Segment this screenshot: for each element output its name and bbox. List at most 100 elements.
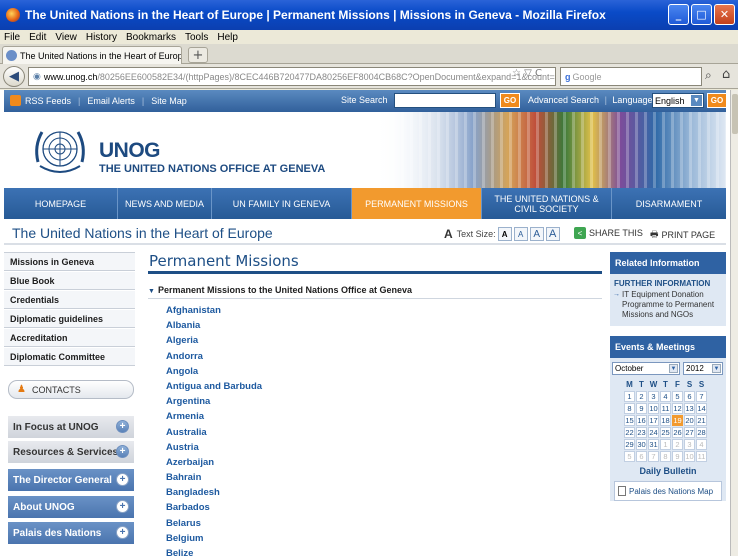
left-item-diplomatic-committee[interactable]: Diplomatic Committee bbox=[4, 347, 135, 366]
list-item[interactable]: Azerbaijan bbox=[166, 457, 602, 472]
calendar-day[interactable]: 3 bbox=[648, 391, 659, 402]
calendar-day[interactable]: 30 bbox=[636, 439, 647, 450]
it-donation-link[interactable]: IT Equipment Donation Programme to Perma… bbox=[610, 290, 726, 326]
maximize-button[interactable]: □ bbox=[691, 4, 712, 25]
calendar-day[interactable]: 9 bbox=[672, 451, 683, 462]
list-item[interactable]: Antigua and Barbuda bbox=[166, 381, 602, 396]
nav-un-family[interactable]: UN FAMILY IN GENEVA bbox=[212, 188, 352, 219]
calendar-day[interactable]: 21 bbox=[696, 415, 707, 426]
calendar-day[interactable]: 28 bbox=[696, 427, 707, 438]
vertical-scrollbar[interactable] bbox=[730, 90, 738, 556]
nav-permanent-missions[interactable]: PERMANENT MISSIONS bbox=[352, 188, 482, 219]
calendar-day[interactable]: 17 bbox=[648, 415, 659, 426]
accordion-about-unog[interactable]: About UNOG + bbox=[8, 496, 134, 518]
plus-icon[interactable]: + bbox=[116, 473, 129, 486]
calendar-day[interactable]: 2 bbox=[636, 391, 647, 402]
calendar-day[interactable]: 1 bbox=[624, 391, 635, 402]
new-tab-button[interactable]: + bbox=[188, 47, 208, 63]
calendar-day[interactable]: 27 bbox=[684, 427, 695, 438]
calendar-day[interactable]: 22 bbox=[624, 427, 635, 438]
left-item-missions[interactable]: Missions in Geneva bbox=[4, 252, 135, 271]
language-select[interactable]: English ▼ bbox=[652, 93, 704, 108]
calendar-day[interactable]: 2 bbox=[672, 439, 683, 450]
print-page-button[interactable]: 🖶 PRINT PAGE bbox=[650, 227, 715, 243]
nav-disarmament[interactable]: DISARMAMENT bbox=[612, 188, 726, 219]
list-item[interactable]: Angola bbox=[166, 366, 602, 381]
list-item[interactable]: Australia bbox=[166, 427, 602, 442]
plus-icon[interactable]: + bbox=[116, 526, 129, 539]
calendar-day[interactable]: 31 bbox=[648, 439, 659, 450]
list-item[interactable]: Afghanistan bbox=[166, 305, 602, 320]
calendar-day[interactable]: 3 bbox=[684, 439, 695, 450]
calendar-day[interactable]: 9 bbox=[636, 403, 647, 414]
calendar-day[interactable]: 4 bbox=[660, 391, 671, 402]
list-item[interactable]: Argentina bbox=[166, 396, 602, 411]
menu-bookmarks[interactable]: Bookmarks bbox=[126, 32, 176, 43]
site-search-input[interactable] bbox=[394, 93, 496, 108]
daily-bulletin-link[interactable]: Daily Bulletin bbox=[610, 463, 726, 481]
calendar-day[interactable]: 11 bbox=[696, 451, 707, 462]
month-select[interactable]: October ▼ bbox=[612, 362, 680, 375]
calendar-day[interactable]: 7 bbox=[696, 391, 707, 402]
list-item[interactable]: Bangladesh bbox=[166, 487, 602, 502]
calendar-day[interactable]: 29 bbox=[624, 439, 635, 450]
calendar-day[interactable]: 5 bbox=[624, 451, 635, 462]
list-item[interactable]: Andorra bbox=[166, 351, 602, 366]
url-bar[interactable]: ◉ www.unog.ch /80256EE600582E34/(httpPag… bbox=[28, 67, 556, 86]
nav-news-and-media[interactable]: NEWS AND MEDIA bbox=[118, 188, 212, 219]
text-size-large[interactable]: A bbox=[545, 227, 560, 241]
menu-file[interactable]: File bbox=[4, 32, 20, 43]
calendar-day[interactable]: 4 bbox=[696, 439, 707, 450]
logo-title[interactable]: UNOG bbox=[99, 139, 161, 163]
text-size-medium[interactable]: A bbox=[529, 227, 544, 241]
section-heading[interactable]: ▼ Permanent Missions to the United Nation… bbox=[148, 285, 602, 299]
list-item[interactable]: Belarus bbox=[166, 518, 602, 533]
calendar-day[interactable]: 10 bbox=[648, 403, 659, 414]
calendar-day[interactable]: 25 bbox=[660, 427, 671, 438]
share-this-button[interactable]: < SHARE THIS bbox=[574, 227, 643, 239]
site-map-link[interactable]: Site Map bbox=[151, 96, 187, 106]
calendar-day-today[interactable]: 19 bbox=[672, 415, 683, 426]
close-button[interactable]: ✕ bbox=[714, 4, 735, 25]
magnifier-icon[interactable]: ⌕ bbox=[705, 68, 712, 83]
accordion-director-general[interactable]: The Director General + bbox=[8, 469, 134, 491]
home-icon[interactable]: ⌂ bbox=[722, 67, 730, 82]
text-size-bold[interactable]: A bbox=[497, 227, 512, 241]
text-size-small[interactable]: A bbox=[513, 227, 528, 241]
year-select[interactable]: 2012 ▼ bbox=[683, 362, 723, 375]
calendar-day[interactable]: 5 bbox=[672, 391, 683, 402]
menu-history[interactable]: History bbox=[86, 32, 117, 43]
accordion-in-focus[interactable]: In Focus at UNOG + bbox=[8, 416, 134, 438]
accordion-palais[interactable]: Palais des Nations + bbox=[8, 522, 134, 544]
calendar-day[interactable]: 18 bbox=[660, 415, 671, 426]
nav-un-civil-society[interactable]: THE UNITED NATIONS & CIVIL SOCIETY bbox=[482, 188, 612, 219]
search-input[interactable]: g Google bbox=[560, 67, 702, 86]
plus-icon[interactable]: + bbox=[116, 445, 129, 458]
nav-homepage[interactable]: HOMEPAGE bbox=[4, 188, 118, 219]
list-item[interactable]: Albania bbox=[166, 320, 602, 335]
calendar-day[interactable]: 11 bbox=[660, 403, 671, 414]
back-arrow-icon[interactable]: ◀ bbox=[3, 66, 25, 87]
list-item[interactable]: Belize bbox=[166, 548, 602, 556]
minimize-button[interactable]: _ bbox=[668, 4, 689, 25]
calendar-day[interactable]: 12 bbox=[672, 403, 683, 414]
contacts-button[interactable]: ♟ CONTACTS bbox=[8, 380, 134, 399]
accordion-resources[interactable]: Resources & Services + bbox=[8, 441, 134, 463]
advanced-search-link[interactable]: Advanced Search bbox=[528, 95, 599, 105]
list-item[interactable]: Bahrain bbox=[166, 472, 602, 487]
calendar-day[interactable]: 6 bbox=[684, 391, 695, 402]
list-item[interactable]: Austria bbox=[166, 442, 602, 457]
calendar-day[interactable]: 6 bbox=[636, 451, 647, 462]
dropdown-icon[interactable]: ▽ bbox=[524, 68, 532, 79]
left-item-diplomatic-guidelines[interactable]: Diplomatic guidelines bbox=[4, 309, 135, 328]
menu-help[interactable]: Help bbox=[217, 32, 238, 43]
calendar-day[interactable]: 8 bbox=[660, 451, 671, 462]
calendar-day[interactable]: 15 bbox=[624, 415, 635, 426]
menu-view[interactable]: View bbox=[55, 32, 77, 43]
reload-icon[interactable]: C bbox=[535, 68, 542, 79]
calendar-day[interactable]: 23 bbox=[636, 427, 647, 438]
calendar-day[interactable]: 1 bbox=[660, 439, 671, 450]
calendar-day[interactable]: 14 bbox=[696, 403, 707, 414]
calendar-day[interactable]: 20 bbox=[684, 415, 695, 426]
site-search-go-button[interactable]: GO bbox=[500, 93, 520, 108]
